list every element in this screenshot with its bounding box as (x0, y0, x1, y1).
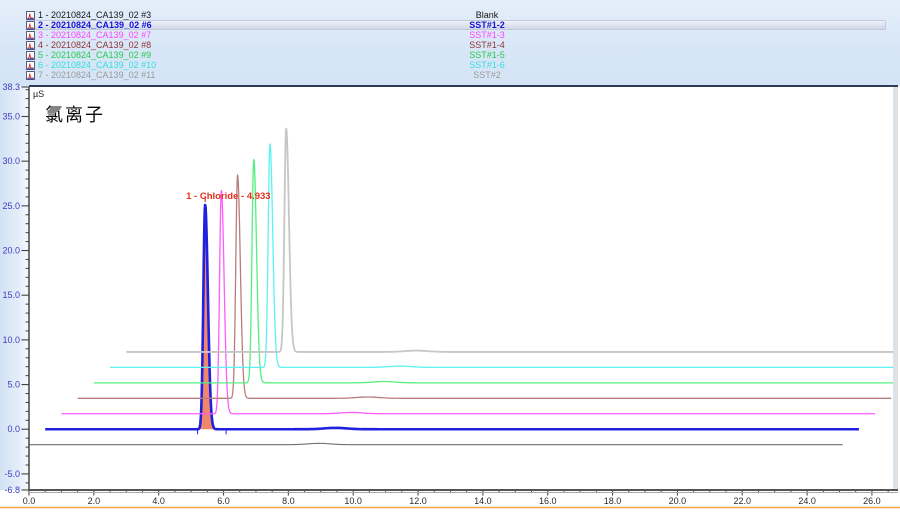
x-tick-label: 16.0 (539, 496, 557, 506)
y-tick-label: 25.0 (2, 201, 20, 211)
plot-right-strip (893, 87, 898, 490)
y-tick-label: -5.0 (4, 469, 20, 479)
plot-title: 氯离子 (45, 101, 105, 127)
chromatography-workspace: 1 - 20210824_CA139_02 #3Blank2 - 2021082… (0, 0, 900, 517)
y-tick-label: 20.0 (2, 246, 20, 256)
x-tick-label: 8.0 (282, 496, 295, 506)
x-tick-label: 14.0 (474, 496, 492, 506)
x-tick-label: 10.0 (344, 496, 362, 506)
x-tick-label: 2.0 (88, 496, 101, 506)
x-tick-label: 12.0 (409, 496, 427, 506)
chromatogram-plot[interactable]: -5.0 0.0 5.0 10.0 15.0 20.0 25.0 30.0 35.0 38.3 -6… (0, 0, 900, 517)
y-tick-label: 0.0 (7, 424, 20, 434)
y-tick-label: 35.0 (2, 111, 20, 121)
x-tick-label: 6.0 (217, 496, 230, 506)
x-tick-label: 18.0 (604, 496, 622, 506)
y-tick-label: 30.0 (2, 156, 20, 166)
x-tick-label: 4.0 (152, 496, 165, 506)
y-tick-label: 15.0 (2, 290, 20, 300)
x-tick-label: 26.0 (863, 496, 881, 506)
y-unit-label: µS (33, 89, 44, 99)
x-tick-label: 0.0 (23, 496, 36, 506)
peak-annotation: 1 - Chloride - 4.933 (186, 191, 270, 202)
y-tick-label: -6.8 (4, 485, 20, 495)
x-tick-label: 20.0 (669, 496, 687, 506)
x-tick-label: 24.0 (798, 496, 816, 506)
y-tick-label: 10.0 (2, 335, 20, 345)
y-tick-label: 38.3 (2, 82, 20, 92)
x-tick-label: 22.0 (733, 496, 751, 506)
y-tick-label: 5.0 (7, 380, 20, 390)
